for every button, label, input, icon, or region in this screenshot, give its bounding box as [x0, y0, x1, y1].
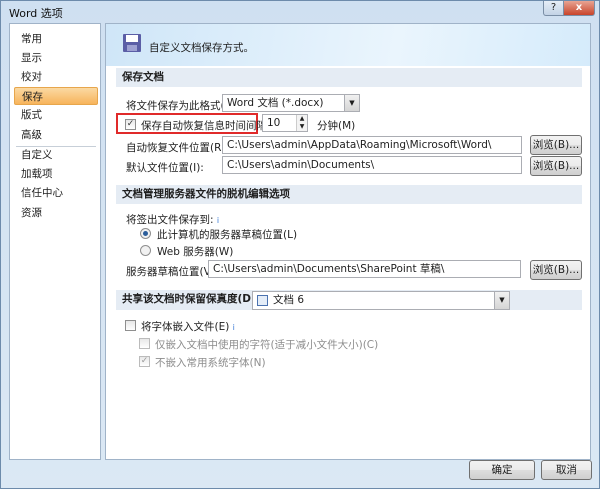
format-select[interactable]: Word 文档 (*.docx) ▼ [222, 94, 360, 112]
sidebar-item-proofing[interactable]: 校对 [14, 68, 98, 86]
autorecover-path-input[interactable]: C:\Users\admin\AppData\Roaming\Microsoft… [222, 136, 522, 154]
embed-fonts-text: 将字体嵌入文件(E) [141, 321, 230, 333]
no-common-fonts-label: 不嵌入常用系统字体(N) [155, 357, 266, 369]
sidebar-item-advanced[interactable]: 高级 [14, 126, 98, 144]
autorecover-path-label: 自动恢复文件位置(R): [126, 142, 230, 154]
radio-local-label: 此计算机的服务器草稿位置(L) [157, 229, 298, 241]
embed-used-only-checkbox[interactable] [139, 338, 150, 349]
section-save-documents: 保存文档 [116, 68, 582, 87]
default-path-label: 默认文件位置(I): [126, 162, 204, 174]
minutes-value: 10 [267, 117, 281, 129]
spinner-arrows-icon[interactable]: ▲ ▼ [296, 115, 307, 131]
radio-web-server[interactable] [140, 245, 151, 256]
window-title: Word 选项 [9, 7, 63, 20]
sidebar-item-display[interactable]: 显示 [14, 49, 98, 67]
word-options-dialog: Word 选项 ? x 常用 显示 校对 保存 版式 高级 自定义 加载项 信任… [0, 0, 600, 489]
checkout-label: 将签出文件保存到: i [126, 212, 219, 227]
cancel-button[interactable]: 取消 [541, 460, 592, 480]
main-panel: 自定义文档保存方式。 保存文档 将文件保存为此格式(F): Word 文档 (*… [105, 23, 591, 460]
autorecover-checkbox[interactable]: ✓ [125, 119, 136, 130]
sidebar-item-customize[interactable]: 自定义 [14, 146, 98, 164]
sidebar: 常用 显示 校对 保存 版式 高级 自定义 加载项 信任中心 资源 [9, 23, 101, 460]
ok-button[interactable]: 确定 [469, 460, 535, 480]
floppy-disk-icon [123, 34, 141, 52]
info-icon: i [216, 216, 220, 225]
sidebar-item-save[interactable]: 保存 [14, 87, 98, 105]
sidebar-item-layout[interactable]: 版式 [14, 106, 98, 124]
document-select[interactable]: 文档 6 ▼ [252, 291, 510, 310]
embed-fonts-label: 将字体嵌入文件(E) i [141, 319, 235, 334]
embed-used-only-label: 仅嵌入文档中使用的字符(适于减小文件大小)(C) [155, 339, 379, 351]
drafts-path-input[interactable]: C:\Users\admin\Documents\SharePoint 草稿\ [208, 260, 521, 278]
chevron-down-icon[interactable]: ▼ [494, 292, 509, 309]
close-button[interactable]: x [563, 1, 595, 16]
info-icon: i [232, 323, 235, 332]
sidebar-item-general[interactable]: 常用 [14, 30, 98, 48]
panel-header: 自定义文档保存方式。 [106, 24, 590, 66]
drafts-path-label: 服务器草稿位置(V): [126, 266, 219, 278]
sidebar-item-addins[interactable]: 加载项 [14, 165, 98, 183]
format-value: Word 文档 (*.docx) [227, 97, 324, 109]
header-text: 自定义文档保存方式。 [149, 42, 254, 54]
browse-drafts-button[interactable]: 浏览(B)... [530, 260, 582, 280]
sidebar-item-resources[interactable]: 资源 [14, 204, 98, 222]
document-icon [257, 295, 268, 306]
radio-web-label: Web 服务器(W) [157, 246, 234, 258]
minutes-label: 分钟(M) [317, 120, 356, 132]
document-value: 文档 6 [273, 294, 305, 306]
no-common-fonts-checkbox[interactable]: ✓ [139, 356, 150, 367]
browse-autorecover-button[interactable]: 浏览(B)... [530, 135, 582, 155]
chevron-down-icon[interactable]: ▼ [344, 95, 359, 111]
default-path-input[interactable]: C:\Users\admin\Documents\ [222, 156, 522, 174]
share-fidelity-label: 共享该文档时保留保真度(D): [122, 293, 261, 305]
section-server-files: 文档管理服务器文件的脱机编辑选项 [116, 185, 582, 204]
autorecover-minutes-spinner[interactable]: 10 ▲ ▼ [262, 114, 308, 132]
checkout-label-text: 将签出文件保存到: [126, 214, 214, 226]
browse-default-button[interactable]: 浏览(B)... [530, 156, 582, 176]
radio-local-drafts[interactable] [140, 228, 151, 239]
embed-fonts-checkbox[interactable] [125, 320, 136, 331]
sidebar-item-trust-center[interactable]: 信任中心 [14, 184, 98, 202]
help-button[interactable]: ? [543, 1, 564, 16]
